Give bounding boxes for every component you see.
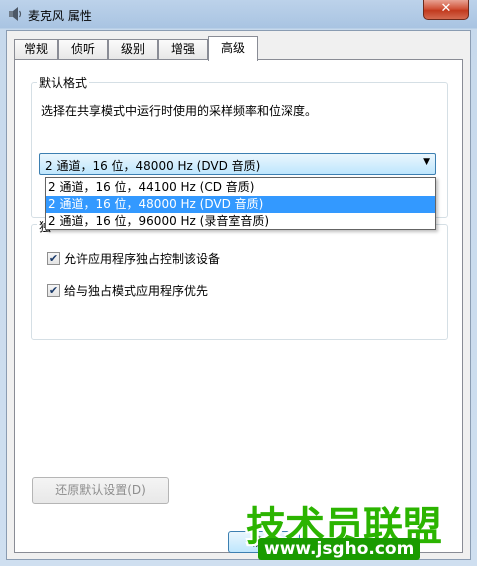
- properties-window: 麦克风 属性 ✕ 常规 侦听 级别 增强 高级 默认格式 选择在共享模式中运行时…: [0, 0, 477, 566]
- close-button[interactable]: ✕: [423, 0, 469, 20]
- tab-general[interactable]: 常规: [14, 39, 58, 60]
- tab-advanced[interactable]: 高级: [208, 36, 258, 61]
- window-title: 麦克风 属性: [28, 9, 92, 23]
- give-priority-label: 给与独占模式应用程序优先: [64, 284, 209, 298]
- format-option-cd[interactable]: 2 通道，16 位，44100 Hz (CD 音质): [46, 179, 435, 196]
- restore-defaults-button[interactable]: 还原默认设置(D): [32, 477, 169, 504]
- sample-format-value: 2 通道，16 位，48000 Hz (DVD 音质): [45, 159, 261, 173]
- default-format-label: 默认格式: [37, 74, 90, 91]
- title-bar[interactable]: 麦克风 属性 ✕: [0, 0, 477, 30]
- allow-exclusive-label: 允许应用程序独占控制该设备: [64, 252, 221, 266]
- sample-format-dropdown: 2 通道，16 位，44100 Hz (CD 音质) 2 通道，16 位，480…: [45, 177, 436, 230]
- chevron-down-icon[interactable]: ▼: [423, 157, 430, 167]
- tab-listen[interactable]: 侦听: [58, 39, 108, 60]
- tab-levels[interactable]: 级别: [108, 39, 158, 60]
- speaker-icon: [9, 7, 22, 21]
- allow-exclusive-row[interactable]: ✔ 允许应用程序独占控制该设备: [47, 250, 347, 266]
- give-priority-row[interactable]: ✔ 给与独占模式应用程序优先: [47, 282, 347, 298]
- sample-format-select[interactable]: 2 通道，16 位，48000 Hz (DVD 音质) ▼: [39, 153, 436, 175]
- tab-enhancements[interactable]: 增强: [158, 39, 208, 60]
- format-option-studio[interactable]: 2 通道，16 位，96000 Hz (录音室音质): [46, 213, 435, 230]
- default-format-description: 选择在共享模式中运行时使用的采样频率和位深度。: [41, 104, 318, 118]
- format-option-dvd[interactable]: 2 通道，16 位，48000 Hz (DVD 音质): [46, 196, 435, 213]
- allow-exclusive-checkbox[interactable]: ✔: [47, 252, 60, 265]
- give-priority-checkbox[interactable]: ✔: [47, 284, 60, 297]
- watermark-logo: 技术员联盟 www.jsgho.com: [240, 494, 477, 566]
- watermark-url: www.jsgho.com: [258, 538, 421, 560]
